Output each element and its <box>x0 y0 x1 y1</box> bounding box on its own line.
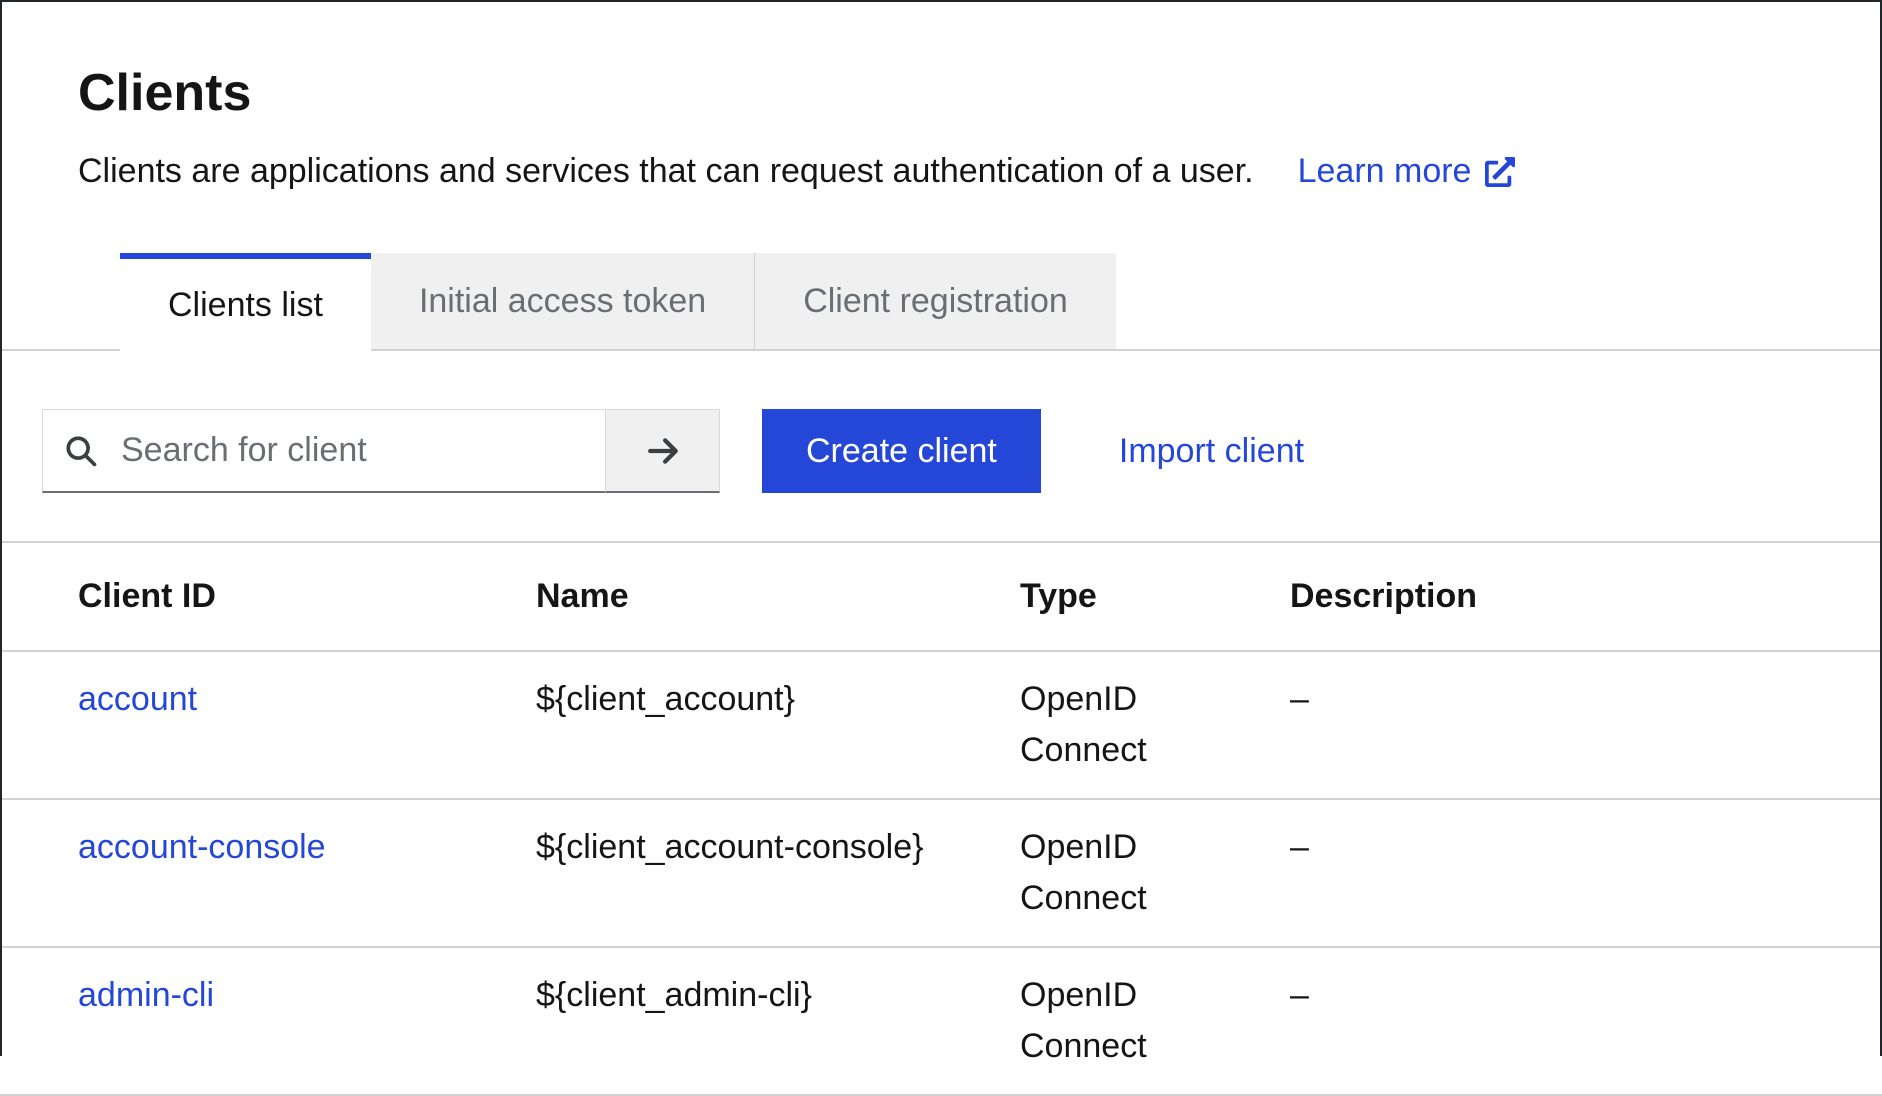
tabs-bar: Clients list Initial access token Client… <box>0 253 1882 351</box>
page-subtitle-row: Clients are applications and services th… <box>78 146 1804 197</box>
arrow-right-icon <box>644 434 682 468</box>
column-header-name: Name <box>536 543 1020 650</box>
client-id-link[interactable]: account <box>78 680 197 718</box>
page-header: Clients Clients are applications and ser… <box>0 0 1882 197</box>
tab-client-registration-label: Client registration <box>803 282 1068 321</box>
client-id-link[interactable]: admin-cli <box>78 976 214 1014</box>
create-client-button[interactable]: Create client <box>762 409 1041 493</box>
search-box <box>42 409 606 493</box>
client-description: – <box>1290 800 1882 946</box>
client-description: – <box>1290 652 1882 798</box>
tab-initial-access-token[interactable]: Initial access token <box>371 253 754 349</box>
client-name: ${client_account-console} <box>536 800 1020 946</box>
client-type: OpenID Connect <box>1020 948 1290 1094</box>
clients-table: Client ID Name Type Description account … <box>0 543 1882 1096</box>
client-description: – <box>1290 948 1882 1094</box>
table-row: account-console ${client_account-console… <box>0 800 1882 948</box>
tab-initial-access-token-label: Initial access token <box>419 282 706 321</box>
learn-more-label: Learn more <box>1298 152 1472 191</box>
client-id-link[interactable]: account-console <box>78 828 326 866</box>
page-subtitle: Clients are applications and services th… <box>78 146 1254 197</box>
table-row: account ${client_account} OpenID Connect… <box>0 652 1882 800</box>
column-header-type: Type <box>1020 543 1290 650</box>
tab-clients-list[interactable]: Clients list <box>120 253 371 351</box>
client-type: OpenID Connect <box>1020 652 1290 798</box>
page-title: Clients <box>78 62 1804 124</box>
search-submit-button[interactable] <box>606 409 720 493</box>
import-client-link[interactable]: Import client <box>1119 432 1304 471</box>
client-name: ${client_admin-cli} <box>536 948 1020 1094</box>
tab-clients-list-label: Clients list <box>168 286 323 325</box>
column-header-client-id: Client ID <box>78 543 536 650</box>
table-row: admin-cli ${client_admin-cli} OpenID Con… <box>0 948 1882 1096</box>
search-group <box>42 409 720 493</box>
client-type: OpenID Connect <box>1020 800 1290 946</box>
tabs-left-spacer <box>0 253 120 349</box>
table-header-row: Client ID Name Type Description <box>0 543 1882 652</box>
tab-client-registration[interactable]: Client registration <box>754 253 1116 349</box>
clients-toolbar: Create client Import client <box>0 351 1882 543</box>
learn-more-link[interactable]: Learn more <box>1298 152 1516 191</box>
client-name: ${client_account} <box>536 652 1020 798</box>
external-link-icon <box>1485 157 1515 187</box>
column-header-description: Description <box>1290 543 1882 650</box>
search-input[interactable] <box>42 409 606 493</box>
